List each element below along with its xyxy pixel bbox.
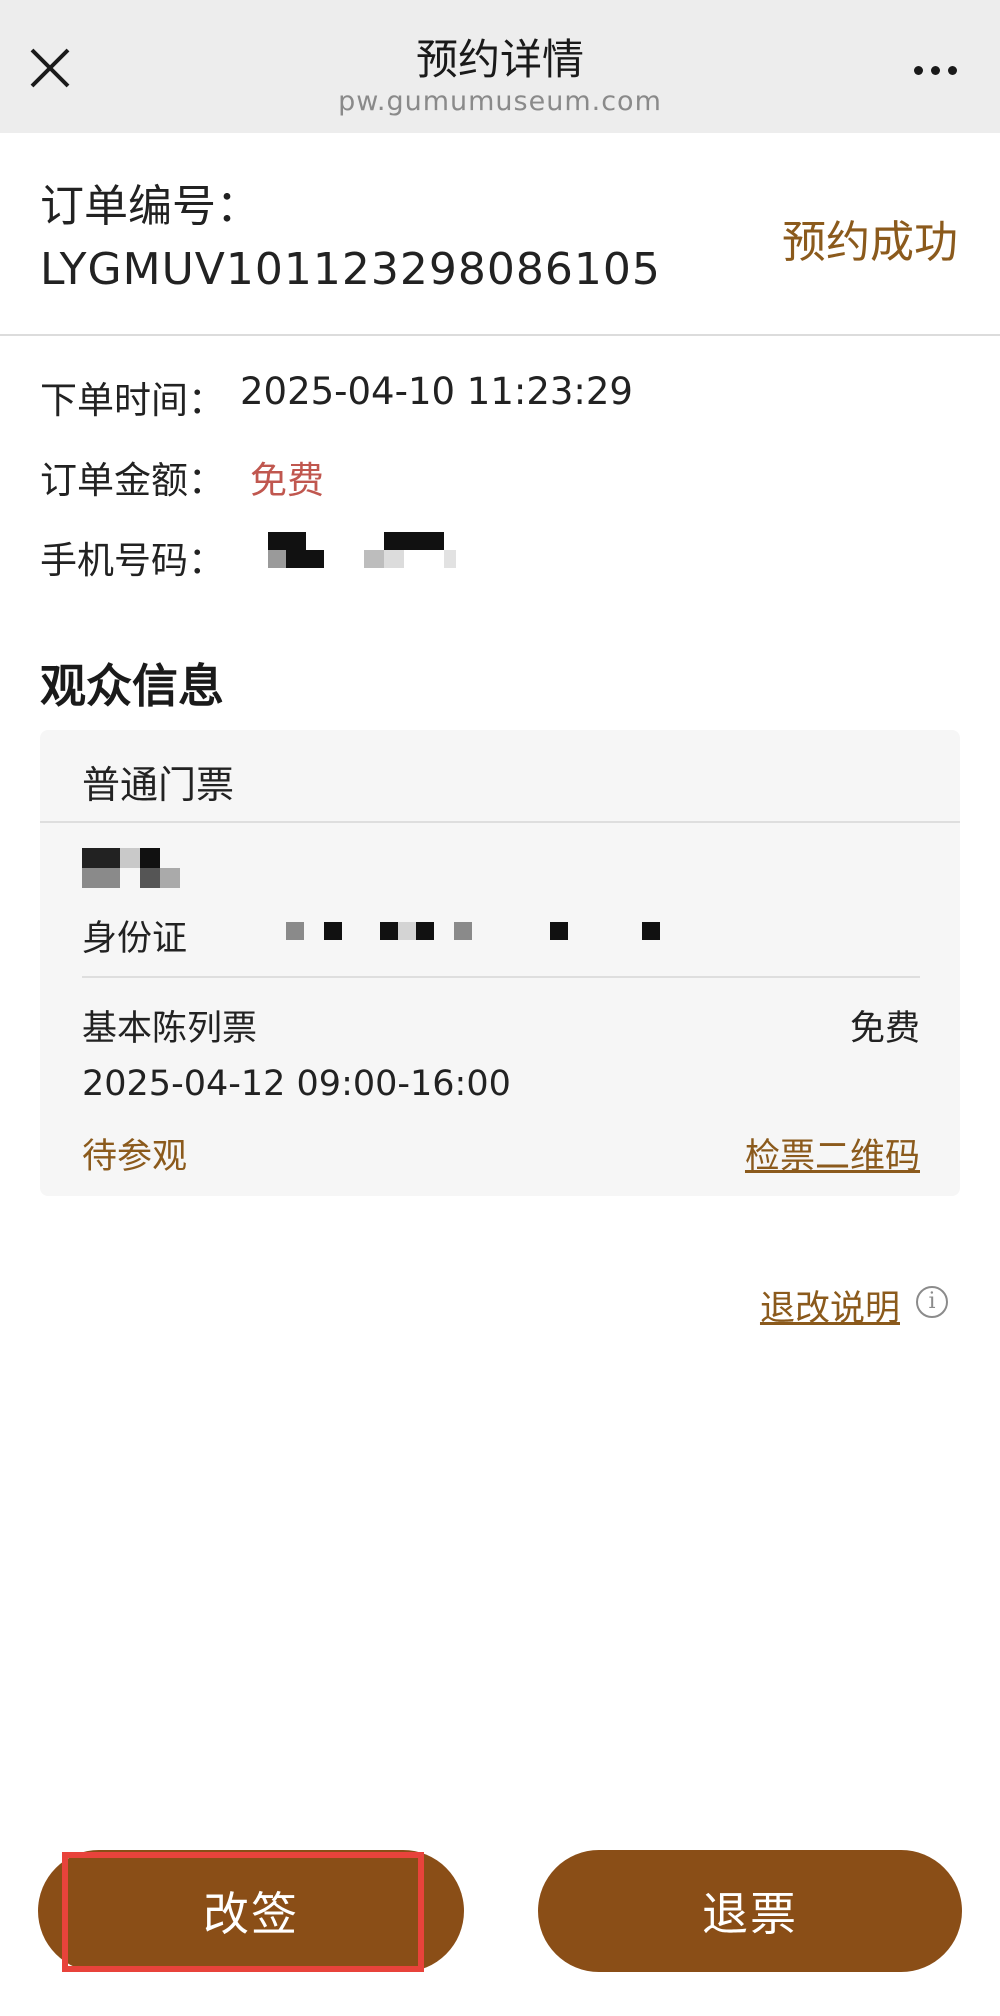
ticket-category: 普通门票 [82, 763, 235, 807]
id-card-label: 身份证 [82, 919, 188, 959]
audience-section-title: 观众信息 [40, 659, 224, 713]
page-domain: pw.gumumuseum.com [338, 86, 662, 117]
ticket-card: 普通门票 身份证 基本陈列票 免费 2025-04-12 09:00-16:00… [40, 730, 960, 1196]
ticket-card-header: 普通门票 [40, 730, 960, 823]
order-time-label: 下单时间： [40, 379, 225, 422]
order-amount-label: 订单金额： [40, 459, 225, 502]
order-number: LYGMUV101123298086105 [40, 244, 661, 295]
reschedule-button[interactable]: 改签 [38, 1850, 464, 1972]
visitor-name-mosaic [82, 848, 202, 888]
ticket-type: 基本陈列票 [82, 1009, 258, 1049]
page-title: 预约详情 [415, 35, 584, 84]
order-time-row: 下单时间： 2025-04-10 11:23:29 [40, 370, 633, 424]
visit-status: 待参观 [82, 1137, 188, 1177]
more-horizontal-icon[interactable] [900, 50, 970, 90]
title-bar: 预约详情 pw.gumumuseum.com [0, 0, 1000, 133]
refund-button[interactable]: 退票 [538, 1850, 962, 1972]
phone-mosaic [268, 532, 458, 572]
card-divider [82, 976, 920, 978]
order-amount-value: 免费 [250, 459, 324, 502]
phone-row: 手机号码： [40, 530, 225, 584]
order-number-label: 订单编号： [40, 181, 260, 232]
divider [0, 334, 1000, 336]
ticket-qr-code-link[interactable]: 检票二维码 [745, 1128, 920, 1179]
ticket-price: 免费 [849, 1009, 920, 1049]
visit-time: 2025-04-12 09:00-16:00 [82, 1064, 511, 1104]
refund-policy-link[interactable]: 退改说明 [760, 1280, 900, 1331]
info-icon[interactable]: i [916, 1286, 948, 1318]
order-amount-row: 订单金额： 免费 [40, 450, 324, 504]
phone-label: 手机号码： [40, 539, 225, 582]
order-time-value: 2025-04-10 11:23:29 [240, 370, 633, 413]
status-badge: 预约成功 [782, 217, 958, 268]
id-number-mosaic [286, 922, 706, 942]
